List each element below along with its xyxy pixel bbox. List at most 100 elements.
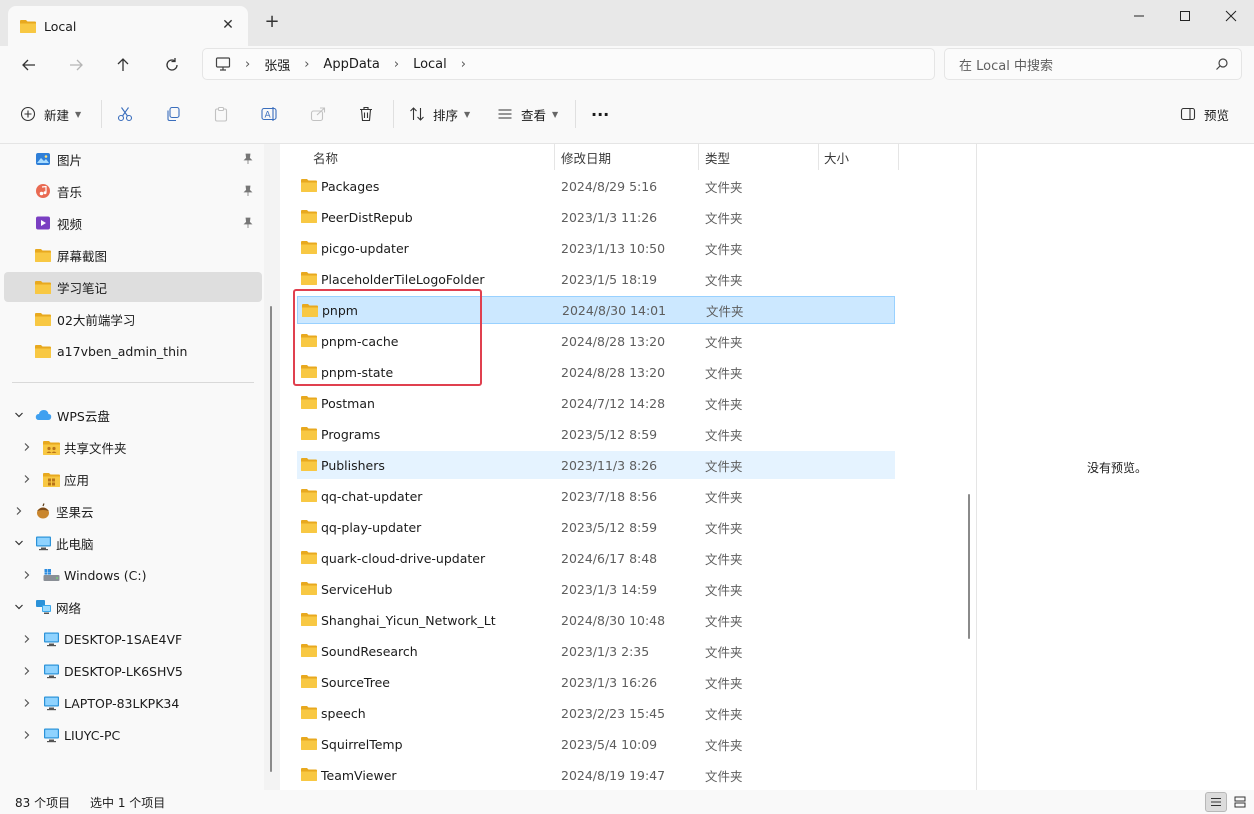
column-header-type[interactable]: 类型: [705, 144, 730, 170]
delete-button[interactable]: [358, 98, 374, 130]
chevron-right-icon[interactable]: [20, 472, 34, 486]
sidebar-scrollbar[interactable]: [270, 306, 272, 772]
file-row[interactable]: speech 2023/2/23 15:45 文件夹: [297, 699, 895, 727]
new-button[interactable]: 新建 ▼: [20, 98, 81, 130]
sidebar-item-shared-folder[interactable]: 共享文件夹: [4, 432, 262, 462]
breadcrumb-local[interactable]: Local: [413, 57, 447, 72]
close-tab-button[interactable]: ✕: [220, 17, 236, 33]
address-bar[interactable]: › 张强 › AppData › Local ›: [202, 48, 935, 80]
sidebar-item-desktop-1sae4vf[interactable]: DESKTOP-1SAE4VF: [4, 624, 262, 654]
file-row[interactable]: picgo-updater 2023/1/13 10:50 文件夹: [297, 234, 895, 262]
folder-icon: [301, 395, 317, 412]
chevron-right-icon[interactable]: ›: [304, 57, 309, 72]
sidebar-item-nutstore[interactable]: 坚果云: [4, 496, 262, 526]
breadcrumb-appdata[interactable]: AppData: [323, 57, 379, 72]
preview-pane-button[interactable]: 预览: [1180, 98, 1229, 130]
share-button[interactable]: [310, 98, 326, 130]
view-button[interactable]: 查看 ▼: [497, 98, 558, 130]
file-row[interactable]: SoundResearch 2023/1/3 2:35 文件夹: [297, 637, 895, 665]
file-row[interactable]: TeamViewer 2024/8/19 19:47 文件夹: [297, 761, 895, 789]
chevron-right-icon[interactable]: [20, 568, 34, 582]
file-type: 文件夹: [705, 334, 743, 350]
file-row[interactable]: qq-play-updater 2023/5/12 8:59 文件夹: [297, 513, 895, 541]
sidebar-item-liuyc-pc[interactable]: LIUYC-PC: [4, 720, 262, 750]
column-divider[interactable]: [554, 144, 555, 170]
chevron-right-icon[interactable]: [20, 664, 34, 678]
file-date: 2024/8/30 10:48: [561, 612, 666, 628]
sidebar-item-apps[interactable]: 应用: [4, 464, 262, 494]
chevron-right-icon[interactable]: [20, 440, 34, 454]
sidebar-item-pictures[interactable]: 图片: [4, 144, 262, 174]
refresh-button[interactable]: [157, 50, 187, 80]
file-row[interactable]: PeerDistRepub 2023/1/3 11:26 文件夹: [297, 203, 895, 231]
sidebar-item-study-notes[interactable]: 学习笔记: [4, 272, 262, 302]
pin-icon[interactable]: [242, 217, 254, 229]
chevron-right-icon[interactable]: ›: [461, 57, 466, 72]
sidebar-item-network[interactable]: 网络: [4, 592, 262, 622]
pin-icon[interactable]: [242, 153, 254, 165]
chevron-right-icon[interactable]: [20, 632, 34, 646]
forward-button[interactable]: [61, 50, 91, 80]
column-divider[interactable]: [698, 144, 699, 170]
chevron-right-icon[interactable]: [20, 696, 34, 710]
column-header-size[interactable]: 大小: [824, 144, 849, 170]
new-tab-button[interactable]: +: [262, 12, 282, 32]
arrow-up-icon: [117, 58, 129, 71]
sort-button[interactable]: 排序 ▼: [409, 98, 470, 130]
file-row[interactable]: qq-chat-updater 2023/7/18 8:56 文件夹: [297, 482, 895, 510]
file-row[interactable]: Packages 2024/8/29 5:16 文件夹: [297, 172, 895, 200]
column-header-name[interactable]: 名称: [313, 144, 338, 170]
column-divider[interactable]: [818, 144, 819, 170]
file-type: 文件夹: [705, 427, 743, 443]
pin-icon[interactable]: [242, 185, 254, 197]
tiles-view-button[interactable]: [1229, 792, 1251, 812]
file-list-scrollbar[interactable]: [968, 494, 970, 639]
file-row[interactable]: ServiceHub 2023/1/3 14:59 文件夹: [297, 575, 895, 603]
paste-button[interactable]: [213, 98, 229, 130]
rename-button[interactable]: A: [261, 98, 279, 130]
sidebar-item-videos[interactable]: 视频: [4, 208, 262, 238]
file-row[interactable]: Shanghai_Yicun_Network_Lt 2024/8/30 10:48…: [297, 606, 895, 634]
tab-local[interactable]: Local ✕: [8, 6, 248, 46]
chevron-right-icon[interactable]: [20, 728, 34, 742]
up-button[interactable]: [108, 50, 138, 80]
sidebar-item-screenshots[interactable]: 屏幕截图: [4, 240, 262, 270]
minimize-button[interactable]: [1116, 0, 1162, 32]
sidebar-item-music[interactable]: 音乐: [4, 176, 262, 206]
column-divider[interactable]: [898, 144, 899, 170]
file-type: 文件夹: [705, 582, 743, 598]
file-date: 2023/1/3 2:35: [561, 643, 650, 659]
sidebar-item-wps-cloud[interactable]: WPS云盘: [4, 400, 262, 430]
sidebar-item-frontend-study[interactable]: 02大前端学习: [4, 304, 262, 334]
tab-title: Local: [44, 18, 77, 34]
chevron-right-icon[interactable]: [12, 504, 26, 518]
chevron-right-icon[interactable]: ›: [394, 57, 399, 72]
file-row[interactable]: Publishers 2023/11/3 8:26 文件夹: [297, 451, 895, 479]
cut-button[interactable]: [117, 98, 133, 130]
file-date: 2024/7/12 14:28: [561, 395, 666, 411]
chevron-down-icon[interactable]: [12, 536, 26, 550]
sidebar-item-laptop-83lkpk34[interactable]: LAPTOP-83LKPK34: [4, 688, 262, 718]
back-button[interactable]: [14, 50, 44, 80]
more-options-button[interactable]: ···: [591, 98, 609, 130]
breadcrumb-user[interactable]: 张强: [264, 55, 290, 74]
search-input[interactable]: 在 Local 中搜索: [944, 48, 1242, 80]
sidebar-item-this-pc[interactable]: 此电脑: [4, 528, 262, 558]
copy-button[interactable]: [165, 98, 181, 130]
sidebar-item-label: LAPTOP-83LKPK34: [64, 695, 180, 711]
file-row[interactable]: Programs 2023/5/12 8:59 文件夹: [297, 420, 895, 448]
chevron-down-icon[interactable]: [12, 600, 26, 614]
chevron-down-icon[interactable]: [12, 408, 26, 422]
maximize-button[interactable]: [1162, 0, 1208, 32]
close-window-button[interactable]: [1208, 0, 1254, 32]
column-header-date[interactable]: 修改日期: [561, 144, 611, 170]
sidebar-item-vben-admin[interactable]: a17vben_admin_thin: [4, 336, 262, 366]
sidebar-item-desktop-lk6shv5[interactable]: DESKTOP-LK6SHV5: [4, 656, 262, 686]
file-row[interactable]: SquirrelTemp 2023/5/4 10:09 文件夹: [297, 730, 895, 758]
details-view-button[interactable]: [1205, 792, 1227, 812]
file-row[interactable]: SourceTree 2023/1/3 16:26 文件夹: [297, 668, 895, 696]
sidebar-item-windows-c[interactable]: Windows (C:): [4, 560, 262, 590]
chevron-down-icon: ▼: [464, 109, 471, 119]
file-row[interactable]: quark-cloud-drive-updater 2024/6/17 8:48 文…: [297, 544, 895, 572]
file-row[interactable]: Postman 2024/7/12 14:28 文件夹: [297, 389, 895, 417]
